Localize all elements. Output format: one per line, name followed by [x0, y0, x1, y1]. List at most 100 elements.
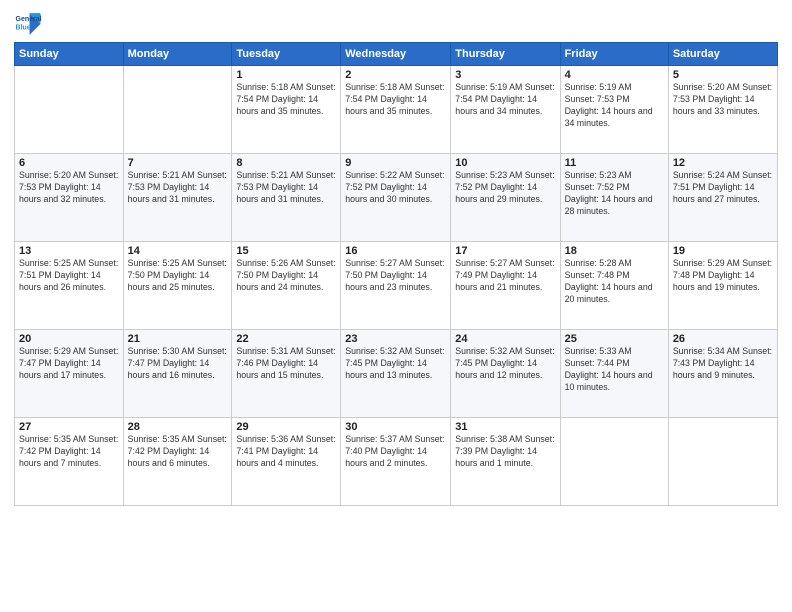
day-number: 9	[345, 157, 446, 169]
day-number: 16	[345, 245, 446, 257]
calendar-cell: 3Sunrise: 5:19 AM Sunset: 7:54 PM Daylig…	[451, 66, 560, 154]
logo-icon: General Blue	[14, 10, 42, 38]
calendar-cell: 29Sunrise: 5:36 AM Sunset: 7:41 PM Dayli…	[232, 418, 341, 506]
calendar-cell: 13Sunrise: 5:25 AM Sunset: 7:51 PM Dayli…	[15, 242, 124, 330]
day-info: Sunrise: 5:33 AM Sunset: 7:44 PM Dayligh…	[565, 346, 664, 394]
day-number: 10	[455, 157, 555, 169]
page-header: General Blue	[14, 10, 778, 38]
weekday-header-friday: Friday	[560, 43, 668, 66]
day-number: 30	[345, 421, 446, 433]
day-info: Sunrise: 5:29 AM Sunset: 7:48 PM Dayligh…	[673, 258, 773, 294]
day-number: 19	[673, 245, 773, 257]
calendar-cell: 22Sunrise: 5:31 AM Sunset: 7:46 PM Dayli…	[232, 330, 341, 418]
calendar-cell: 12Sunrise: 5:24 AM Sunset: 7:51 PM Dayli…	[668, 154, 777, 242]
calendar-week-row: 6Sunrise: 5:20 AM Sunset: 7:53 PM Daylig…	[15, 154, 778, 242]
calendar-cell: 24Sunrise: 5:32 AM Sunset: 7:45 PM Dayli…	[451, 330, 560, 418]
calendar-cell: 25Sunrise: 5:33 AM Sunset: 7:44 PM Dayli…	[560, 330, 668, 418]
day-number: 13	[19, 245, 119, 257]
calendar-cell	[560, 418, 668, 506]
svg-text:General: General	[16, 16, 42, 23]
weekday-header-tuesday: Tuesday	[232, 43, 341, 66]
day-number: 27	[19, 421, 119, 433]
calendar-cell: 5Sunrise: 5:20 AM Sunset: 7:53 PM Daylig…	[668, 66, 777, 154]
calendar-cell: 31Sunrise: 5:38 AM Sunset: 7:39 PM Dayli…	[451, 418, 560, 506]
day-info: Sunrise: 5:26 AM Sunset: 7:50 PM Dayligh…	[236, 258, 336, 294]
day-number: 25	[565, 333, 664, 345]
day-info: Sunrise: 5:32 AM Sunset: 7:45 PM Dayligh…	[345, 346, 446, 382]
day-number: 31	[455, 421, 555, 433]
calendar-cell: 1Sunrise: 5:18 AM Sunset: 7:54 PM Daylig…	[232, 66, 341, 154]
weekday-header-wednesday: Wednesday	[341, 43, 451, 66]
day-number: 17	[455, 245, 555, 257]
calendar-cell: 27Sunrise: 5:35 AM Sunset: 7:42 PM Dayli…	[15, 418, 124, 506]
logo: General Blue	[14, 10, 42, 38]
day-info: Sunrise: 5:30 AM Sunset: 7:47 PM Dayligh…	[128, 346, 228, 382]
weekday-header-sunday: Sunday	[15, 43, 124, 66]
calendar: SundayMondayTuesdayWednesdayThursdayFrid…	[14, 42, 778, 506]
day-info: Sunrise: 5:29 AM Sunset: 7:47 PM Dayligh…	[19, 346, 119, 382]
day-number: 20	[19, 333, 119, 345]
weekday-header-row: SundayMondayTuesdayWednesdayThursdayFrid…	[15, 43, 778, 66]
calendar-cell: 7Sunrise: 5:21 AM Sunset: 7:53 PM Daylig…	[123, 154, 232, 242]
day-number: 14	[128, 245, 228, 257]
weekday-header-saturday: Saturday	[668, 43, 777, 66]
calendar-cell: 20Sunrise: 5:29 AM Sunset: 7:47 PM Dayli…	[15, 330, 124, 418]
day-info: Sunrise: 5:18 AM Sunset: 7:54 PM Dayligh…	[345, 82, 446, 118]
day-info: Sunrise: 5:37 AM Sunset: 7:40 PM Dayligh…	[345, 434, 446, 470]
day-number: 29	[236, 421, 336, 433]
calendar-cell: 14Sunrise: 5:25 AM Sunset: 7:50 PM Dayli…	[123, 242, 232, 330]
day-number: 1	[236, 69, 336, 81]
calendar-cell: 10Sunrise: 5:23 AM Sunset: 7:52 PM Dayli…	[451, 154, 560, 242]
day-info: Sunrise: 5:19 AM Sunset: 7:53 PM Dayligh…	[565, 82, 664, 130]
day-info: Sunrise: 5:18 AM Sunset: 7:54 PM Dayligh…	[236, 82, 336, 118]
calendar-cell: 30Sunrise: 5:37 AM Sunset: 7:40 PM Dayli…	[341, 418, 451, 506]
day-info: Sunrise: 5:35 AM Sunset: 7:42 PM Dayligh…	[128, 434, 228, 470]
day-number: 12	[673, 157, 773, 169]
calendar-cell: 11Sunrise: 5:23 AM Sunset: 7:52 PM Dayli…	[560, 154, 668, 242]
day-number: 3	[455, 69, 555, 81]
calendar-cell: 2Sunrise: 5:18 AM Sunset: 7:54 PM Daylig…	[341, 66, 451, 154]
calendar-cell: 15Sunrise: 5:26 AM Sunset: 7:50 PM Dayli…	[232, 242, 341, 330]
day-number: 28	[128, 421, 228, 433]
day-info: Sunrise: 5:35 AM Sunset: 7:42 PM Dayligh…	[19, 434, 119, 470]
calendar-week-row: 1Sunrise: 5:18 AM Sunset: 7:54 PM Daylig…	[15, 66, 778, 154]
calendar-cell: 8Sunrise: 5:21 AM Sunset: 7:53 PM Daylig…	[232, 154, 341, 242]
calendar-cell: 17Sunrise: 5:27 AM Sunset: 7:49 PM Dayli…	[451, 242, 560, 330]
day-info: Sunrise: 5:27 AM Sunset: 7:50 PM Dayligh…	[345, 258, 446, 294]
day-info: Sunrise: 5:20 AM Sunset: 7:53 PM Dayligh…	[673, 82, 773, 118]
day-info: Sunrise: 5:38 AM Sunset: 7:39 PM Dayligh…	[455, 434, 555, 470]
day-number: 24	[455, 333, 555, 345]
calendar-cell: 19Sunrise: 5:29 AM Sunset: 7:48 PM Dayli…	[668, 242, 777, 330]
day-number: 21	[128, 333, 228, 345]
day-number: 7	[128, 157, 228, 169]
calendar-cell: 9Sunrise: 5:22 AM Sunset: 7:52 PM Daylig…	[341, 154, 451, 242]
day-info: Sunrise: 5:25 AM Sunset: 7:51 PM Dayligh…	[19, 258, 119, 294]
calendar-week-row: 20Sunrise: 5:29 AM Sunset: 7:47 PM Dayli…	[15, 330, 778, 418]
day-number: 4	[565, 69, 664, 81]
day-number: 26	[673, 333, 773, 345]
day-number: 15	[236, 245, 336, 257]
day-info: Sunrise: 5:32 AM Sunset: 7:45 PM Dayligh…	[455, 346, 555, 382]
day-number: 11	[565, 157, 664, 169]
day-number: 8	[236, 157, 336, 169]
calendar-week-row: 13Sunrise: 5:25 AM Sunset: 7:51 PM Dayli…	[15, 242, 778, 330]
calendar-cell: 4Sunrise: 5:19 AM Sunset: 7:53 PM Daylig…	[560, 66, 668, 154]
weekday-header-monday: Monday	[123, 43, 232, 66]
day-info: Sunrise: 5:28 AM Sunset: 7:48 PM Dayligh…	[565, 258, 664, 306]
calendar-cell	[123, 66, 232, 154]
calendar-cell: 21Sunrise: 5:30 AM Sunset: 7:47 PM Dayli…	[123, 330, 232, 418]
day-number: 2	[345, 69, 446, 81]
day-info: Sunrise: 5:27 AM Sunset: 7:49 PM Dayligh…	[455, 258, 555, 294]
day-info: Sunrise: 5:21 AM Sunset: 7:53 PM Dayligh…	[128, 170, 228, 206]
calendar-cell: 23Sunrise: 5:32 AM Sunset: 7:45 PM Dayli…	[341, 330, 451, 418]
weekday-header-thursday: Thursday	[451, 43, 560, 66]
calendar-cell: 16Sunrise: 5:27 AM Sunset: 7:50 PM Dayli…	[341, 242, 451, 330]
svg-text:Blue: Blue	[16, 24, 31, 31]
calendar-week-row: 27Sunrise: 5:35 AM Sunset: 7:42 PM Dayli…	[15, 418, 778, 506]
day-number: 6	[19, 157, 119, 169]
calendar-cell: 26Sunrise: 5:34 AM Sunset: 7:43 PM Dayli…	[668, 330, 777, 418]
day-info: Sunrise: 5:31 AM Sunset: 7:46 PM Dayligh…	[236, 346, 336, 382]
day-info: Sunrise: 5:25 AM Sunset: 7:50 PM Dayligh…	[128, 258, 228, 294]
day-number: 23	[345, 333, 446, 345]
day-info: Sunrise: 5:22 AM Sunset: 7:52 PM Dayligh…	[345, 170, 446, 206]
